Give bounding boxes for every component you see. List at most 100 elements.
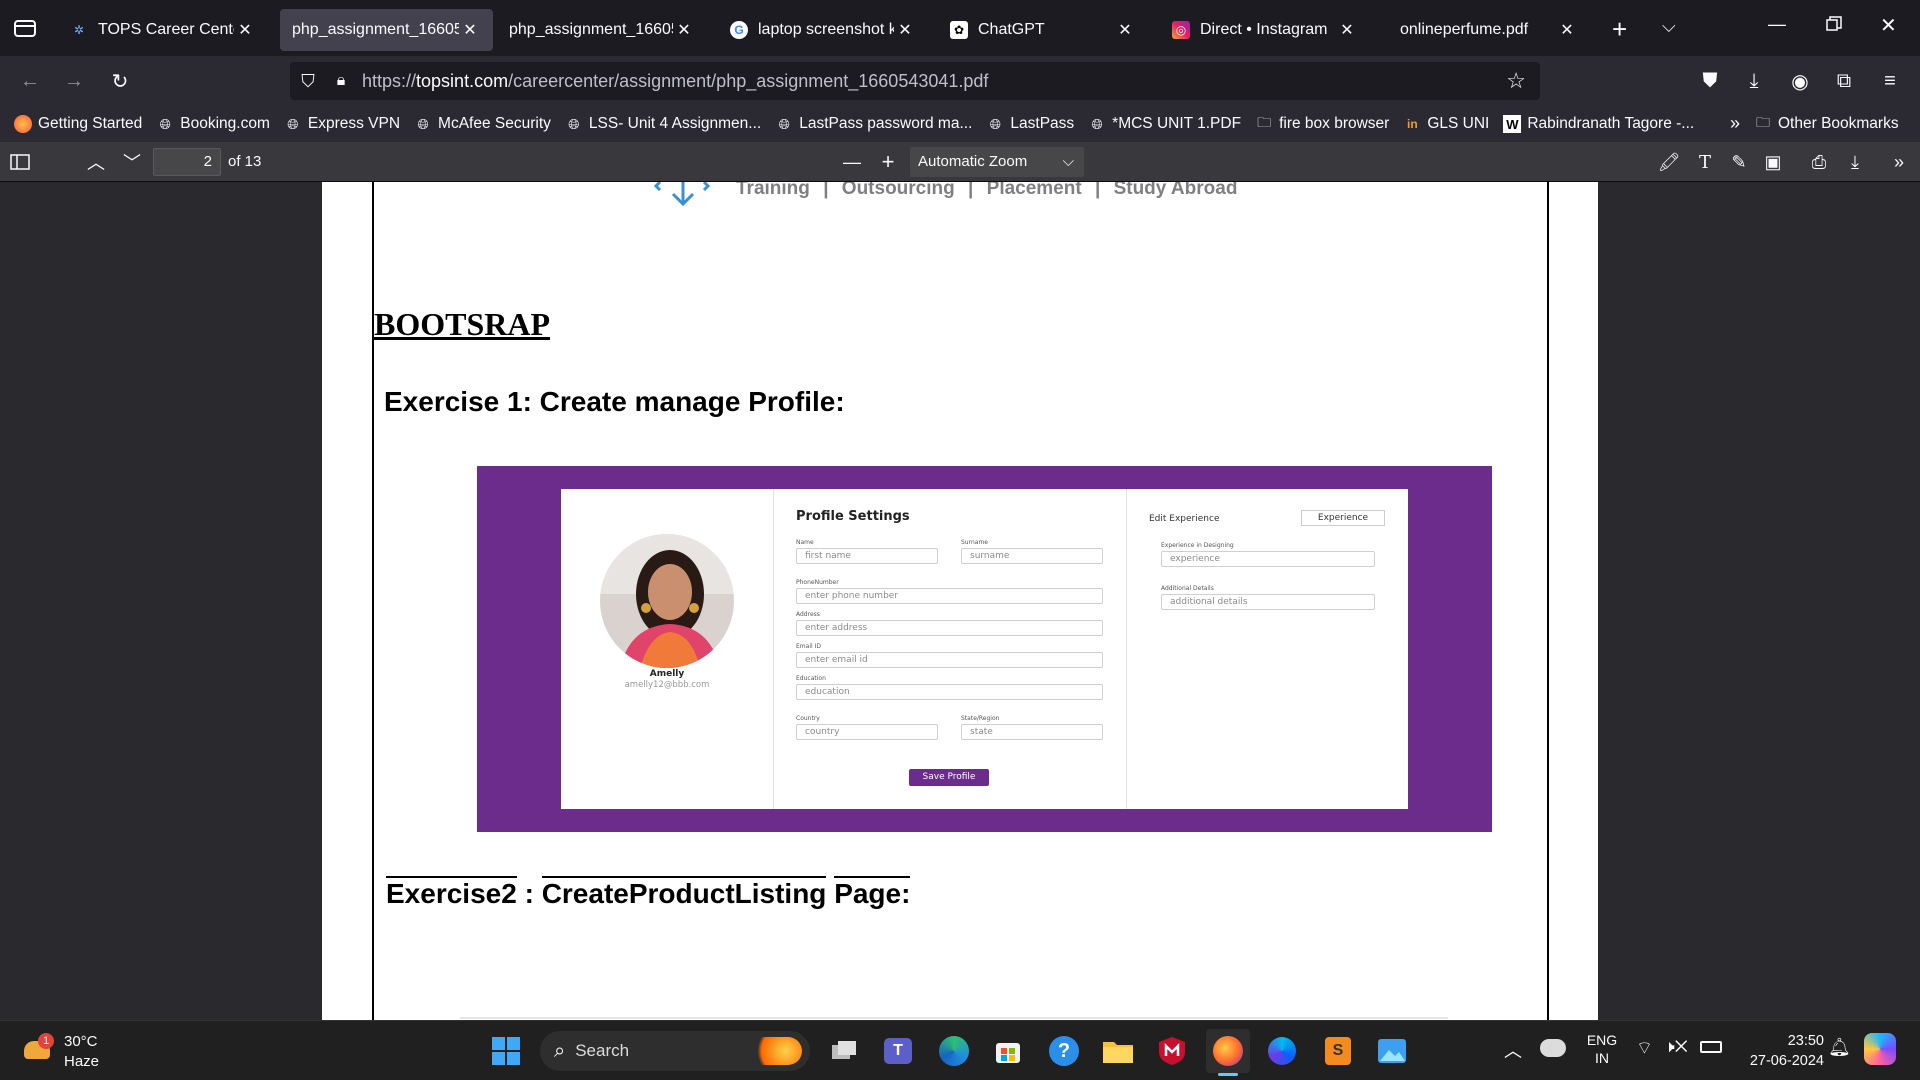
zoom-out-icon[interactable]: — — [840, 148, 864, 176]
help-icon[interactable]: ? — [1042, 1029, 1086, 1073]
firefox-taskbar-icon[interactable] — [1206, 1029, 1250, 1073]
taskbar-search[interactable]: ⌕ Search — [540, 1031, 810, 1071]
webex-icon[interactable] — [1260, 1029, 1304, 1073]
chevron-down-icon[interactable]: ⌵ — [1662, 16, 1676, 37]
pocket-icon[interactable]: ⛊ — [1694, 65, 1726, 97]
menu-icon[interactable]: ≡ — [1874, 65, 1906, 97]
downloads-icon[interactable]: ⤓ — [1738, 65, 1770, 97]
text-icon[interactable]: T — [1692, 148, 1718, 176]
other-bookmarks[interactable]: 🗀 Other Bookmarks — [1754, 114, 1899, 133]
new-tab-icon[interactable]: + — [1612, 14, 1627, 45]
page-number-input[interactable]: 2 — [153, 148, 221, 176]
pdf-viewer[interactable]: Training | Outsourcing | Placement | Stu… — [0, 182, 1920, 1020]
weather-widget[interactable]: 1 30°C Haze — [20, 1029, 140, 1073]
pdf-page: Training | Outsourcing | Placement | Stu… — [322, 182, 1598, 1020]
bookmark-mcafee[interactable]: 🌐︎ McAfee Security — [414, 115, 550, 133]
tab-laptop-screenshot[interactable]: G laptop screenshot key ✕ — [718, 9, 928, 51]
print-icon[interactable]: ⎙ — [1806, 148, 1832, 176]
mcafee-icon[interactable] — [1150, 1029, 1194, 1073]
edge-icon[interactable] — [932, 1029, 976, 1073]
shield-icon[interactable]: ⛉ — [290, 71, 326, 92]
restore-icon[interactable] — [1826, 16, 1842, 37]
globe-icon: 🌐︎ — [417, 115, 429, 132]
onedrive-icon[interactable] — [1540, 1039, 1566, 1057]
notification-bell-icon[interactable]: 🔔︎ — [1828, 1037, 1851, 1058]
tab-tops-career-center[interactable]: ✲ TOPS Career Center - V ✕ — [58, 9, 268, 51]
tab-onlineperfume[interactable]: onlineperfume.pdf ✕ — [1380, 9, 1590, 51]
start-button[interactable] — [484, 1029, 528, 1073]
address-field: enter address — [796, 620, 1103, 636]
bookmark-lss[interactable]: 🌐︎ LSS- Unit 4 Assignmen... — [565, 115, 761, 133]
profile-email: amelly12@bbb.com — [624, 680, 710, 690]
weather-desc: Haze — [64, 1053, 100, 1070]
bookmark-star-icon[interactable]: ☆ — [1506, 68, 1526, 94]
close-icon[interactable]: ✕ — [1336, 20, 1358, 40]
tab-php-assignment-active[interactable]: php_assignment_16605430 ✕ — [280, 9, 493, 51]
experience-field: experience — [1161, 551, 1375, 567]
task-view-icon[interactable] — [822, 1029, 866, 1073]
sidebar-toggle-icon[interactable] — [8, 148, 32, 176]
bookmark-express-vpn[interactable]: 🌐︎ Express VPN — [284, 115, 400, 133]
more-bookmarks-icon[interactable]: » — [1730, 113, 1740, 134]
battery-icon[interactable] — [1700, 1041, 1722, 1053]
more-tools-icon[interactable]: » — [1886, 148, 1912, 176]
lock-icon[interactable]: 🔒︎ — [326, 72, 356, 90]
bookmark-lastpass-manager[interactable]: 🌐︎ LastPass password ma... — [775, 115, 973, 133]
close-icon[interactable]: ✕ — [459, 20, 481, 40]
clock[interactable]: 23:50 27-06-2024 — [1732, 1031, 1824, 1071]
copilot-icon[interactable] — [1864, 1033, 1896, 1065]
save-icon[interactable]: ⤓ — [1842, 148, 1868, 176]
bookmark-mcs-unit[interactable]: 🌐︎ *MCS UNIT 1.PDF — [1088, 115, 1242, 133]
close-icon[interactable]: ✕ — [673, 20, 695, 40]
tab-php-assignment[interactable]: php_assignment_16605430 ✕ — [497, 9, 707, 51]
column-divider — [1126, 489, 1127, 809]
list-all-tabs-icon[interactable] — [12, 16, 38, 40]
phone-field: enter phone number — [796, 588, 1103, 604]
edit-experience-title: Edit Experience — [1149, 514, 1220, 524]
close-icon[interactable]: ✕ — [1556, 20, 1578, 40]
tab-instagram[interactable]: ◎ Direct • Instagram ✕ — [1160, 9, 1370, 51]
language-indicator[interactable]: ENG IN — [1584, 1031, 1620, 1067]
bookmark-booking[interactable]: 🌐︎ Booking.com — [156, 115, 270, 133]
next-page-icon[interactable]: ﹀ — [120, 148, 144, 176]
gls-icon: in — [1406, 117, 1418, 131]
bookmark-gls-uni[interactable]: in GLS UNI — [1403, 115, 1489, 133]
experience-button: Experience — [1301, 510, 1385, 526]
close-icon[interactable]: ✕ — [234, 20, 256, 40]
highlight-icon[interactable]: 🖍︎ — [1656, 148, 1682, 176]
bookmark-tagore[interactable]: W Rabindranath Tagore -... — [1503, 115, 1694, 133]
bookmark-getting-started[interactable]: Getting Started — [14, 115, 142, 133]
reload-icon[interactable]: ↻ — [104, 65, 136, 97]
url-bar[interactable]: ⛉ 🔒︎ https://topsint.com/careercenter/as… — [290, 62, 1540, 100]
zoom-in-icon[interactable]: + — [876, 148, 900, 176]
photos-icon[interactable] — [1370, 1029, 1414, 1073]
tab-strip: ✲ TOPS Career Center - V ✕ php_assignmen… — [0, 0, 1920, 56]
previous-page-icon[interactable]: ︿ — [84, 148, 108, 176]
store-icon[interactable] — [986, 1029, 1030, 1073]
image-icon[interactable]: ▣ — [1760, 148, 1786, 176]
url-scheme: https:// — [362, 70, 417, 91]
teams-icon[interactable]: T — [876, 1029, 920, 1073]
bookmark-fire-box[interactable]: 🗀 fire box browser — [1255, 114, 1389, 133]
account-icon[interactable]: ◉ — [1784, 65, 1816, 97]
globe-icon: 🌐︎ — [1091, 115, 1103, 132]
state-field: state — [961, 724, 1103, 740]
show-hidden-icons[interactable]: ︿ — [1504, 1037, 1522, 1063]
tab-chatgpt[interactable]: ✿ ChatGPT ✕ — [938, 9, 1148, 51]
wifi-icon[interactable]: ⌔ — [1636, 1037, 1653, 1060]
window-close-icon[interactable]: ✕ — [1880, 13, 1897, 38]
zoom-select[interactable]: Automatic Zoom ⌵ — [910, 147, 1084, 177]
close-icon[interactable]: ✕ — [1114, 20, 1136, 40]
forward-icon[interactable]: → — [58, 65, 90, 97]
draw-icon[interactable]: ✎ — [1726, 148, 1752, 176]
back-icon[interactable]: ← — [14, 65, 46, 97]
minimize-icon[interactable]: — — [1768, 14, 1786, 35]
experience-designing-label: Experience in Designing — [1161, 542, 1234, 549]
bookmark-lastpass[interactable]: 🌐︎ LastPass — [986, 115, 1074, 133]
sublime-icon[interactable]: S — [1316, 1029, 1360, 1073]
extensions-icon[interactable]: ⧉ — [1828, 65, 1860, 97]
file-explorer-icon[interactable] — [1096, 1029, 1140, 1073]
close-icon[interactable]: ✕ — [894, 20, 916, 40]
volume-mute-icon[interactable]: 🕨︎✕ — [1664, 1037, 1688, 1057]
instagram-icon: ◎ — [1172, 21, 1190, 39]
